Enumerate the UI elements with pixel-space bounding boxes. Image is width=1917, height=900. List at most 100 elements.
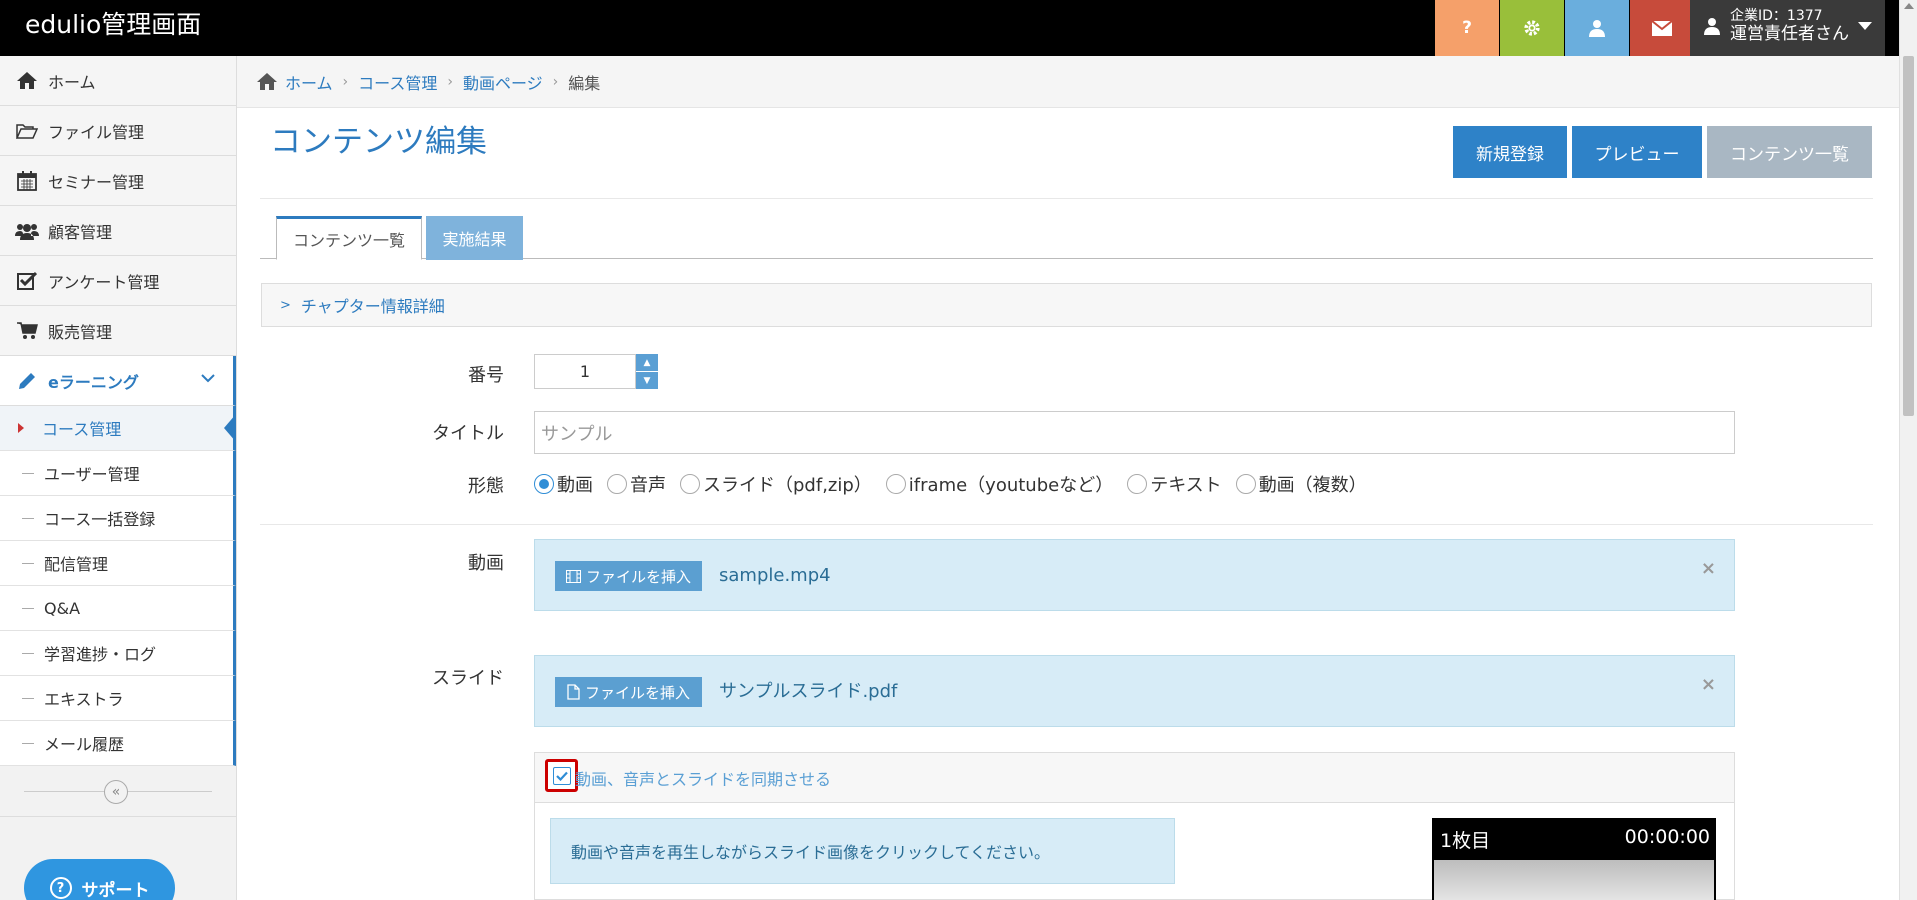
home-icon <box>257 73 277 90</box>
sidebar-subitem-extra[interactable]: エキストラ <box>0 676 236 721</box>
radio-label: 音声 <box>630 475 666 496</box>
radio-text[interactable]: テキスト <box>1127 471 1222 497</box>
slide-preview[interactable]: 1枚目 00:00:00 <box>1432 818 1716 900</box>
sidebar-item-home[interactable]: ホーム <box>0 56 236 106</box>
radio-button[interactable] <box>885 474 906 494</box>
breadcrumb-course-link[interactable]: コース管理 <box>358 70 437 94</box>
radio-button[interactable] <box>1127 474 1148 494</box>
stepper-up-button[interactable]: ▲ <box>636 354 658 371</box>
sidebar-item-customers[interactable]: 顧客管理 <box>0 206 236 256</box>
radio-button[interactable] <box>607 474 627 494</box>
radio-button[interactable] <box>1235 474 1256 494</box>
breadcrumb-separator: › <box>447 73 453 90</box>
sidebar-item-elearning[interactable]: eラーニング <box>0 356 236 406</box>
title-input[interactable]: サンプル <box>534 411 1735 454</box>
divider <box>260 524 1873 525</box>
slide-timestamp: 00:00:00 <box>1624 826 1710 848</box>
video-file-box: ファイルを挿入 sample.mp4 × <box>534 539 1735 611</box>
help-button[interactable]: ? <box>1435 0 1499 56</box>
content-list-button[interactable]: コンテンツ一覧 <box>1707 126 1872 178</box>
sync-label[interactable]: 動画、音声とスライドを同期させる <box>575 766 831 790</box>
sidebar-item-sales[interactable]: 販売管理 <box>0 306 236 356</box>
sidebar-item-label: ファイル管理 <box>48 122 145 142</box>
sidebar-item-seminars[interactable]: セミナー管理 <box>0 156 236 206</box>
account-menu[interactable]: 企業ID：1377 運営責任者さん <box>1690 0 1885 56</box>
support-button[interactable]: ? サポート <box>24 859 175 900</box>
brand-logo[interactable]: edulio管理画面 <box>25 9 201 41</box>
sidebar-subitem-label: コース管理 <box>42 420 122 439</box>
users-icon <box>14 222 40 240</box>
sidebar-subitem-label: Q&A <box>44 598 81 618</box>
radio-button[interactable] <box>680 474 700 494</box>
form-type-label: 形態 <box>468 476 504 497</box>
sidebar-item-surveys[interactable]: アンケート管理 <box>0 256 236 306</box>
film-icon <box>565 569 581 583</box>
sidebar-item-label: アンケート管理 <box>48 272 160 292</box>
pencil-icon <box>14 372 40 390</box>
radio-label: テキスト <box>1150 475 1222 496</box>
radio-audio[interactable]: 音声 <box>607 471 666 497</box>
sidebar-subitem-label: コース一括登録 <box>44 510 156 529</box>
slide-insert-file-button[interactable]: ファイルを挿入 <box>555 677 702 707</box>
sidebar-subitem-label: ユーザー管理 <box>44 465 140 484</box>
profile-button[interactable] <box>1565 0 1629 56</box>
double-chevron-left-icon: « <box>111 784 121 800</box>
sync-header: 動画、音声とスライドを同期させる <box>535 753 1734 803</box>
tab-results[interactable]: 実施結果 <box>426 216 523 260</box>
sidebar-subitem-label: メール履歴 <box>44 735 125 754</box>
sync-checkbox[interactable] <box>545 759 578 792</box>
slide-file-box: ファイルを挿入 サンプルスライド.pdf × <box>534 655 1735 727</box>
breadcrumb-current: 編集 <box>568 73 601 93</box>
sidebar-subitem-courses[interactable]: コース管理 <box>0 406 236 451</box>
scroll-thumb[interactable] <box>1903 56 1914 416</box>
collapse-sidebar-button[interactable]: « <box>104 780 128 804</box>
breadcrumb-home-link[interactable]: ホーム <box>285 70 333 94</box>
sidebar-subitem-bulk-course[interactable]: コース一括登録 <box>0 496 236 541</box>
sidebar-item-files[interactable]: ファイル管理 <box>0 106 236 156</box>
radio-label: スライド（pdf,zip） <box>703 475 872 496</box>
gear-icon <box>1524 20 1540 36</box>
top-bar: edulio管理画面 ? 企業ID：1377 運営責任者さん <box>0 0 1917 56</box>
number-stepper: ▲ ▼ <box>636 354 658 389</box>
preview-button[interactable]: プレビュー <box>1572 126 1702 178</box>
video-label: 動画 <box>468 553 504 574</box>
new-registration-button[interactable]: 新規登録 <box>1453 126 1567 178</box>
settings-button[interactable] <box>1500 0 1564 56</box>
chevron-right-icon: > <box>280 297 291 313</box>
sidebar-item-label: 販売管理 <box>48 322 113 342</box>
radio-slide[interactable]: スライド（pdf,zip） <box>680 471 872 497</box>
sidebar-collapse-row: « <box>0 767 236 817</box>
sidebar-subitem-mail-history[interactable]: メール履歴 <box>0 721 236 766</box>
sidebar-subitem-label: 配信管理 <box>44 555 109 574</box>
mail-button[interactable] <box>1630 0 1694 56</box>
scroll-up-icon[interactable] <box>1904 3 1914 9</box>
number-input[interactable]: 1 <box>534 354 636 389</box>
question-icon: ? <box>1462 18 1472 38</box>
stepper-down-button[interactable]: ▼ <box>636 372 658 389</box>
sidebar-item-label: eラーニング <box>48 372 139 392</box>
page-scrollbar[interactable] <box>1899 0 1917 900</box>
radio-iframe[interactable]: iframe（youtubeなど） <box>885 471 1113 497</box>
breadcrumb-video-page-link[interactable]: 動画ページ <box>463 70 543 94</box>
slide-thumbnail[interactable] <box>1434 860 1714 900</box>
support-label: サポート <box>81 880 150 900</box>
cart-icon <box>14 321 40 340</box>
tab-contents[interactable]: コンテンツ一覧 <box>276 216 422 260</box>
remove-slide-button[interactable]: × <box>1701 674 1716 695</box>
chapter-details-toggle[interactable]: > チャプター情報詳細 <box>261 283 1872 327</box>
remove-video-button[interactable]: × <box>1701 558 1716 579</box>
sidebar-subitem-progress-log[interactable]: 学習進捗・ログ <box>0 631 236 676</box>
envelope-icon <box>1652 20 1672 36</box>
video-insert-file-button[interactable]: ファイルを挿入 <box>555 561 702 591</box>
radio-video-multiple[interactable]: 動画（複数） <box>1235 471 1367 497</box>
question-circle-icon: ? <box>49 877 72 899</box>
sidebar-item-label: 顧客管理 <box>48 222 113 242</box>
radio-button[interactable] <box>534 474 554 494</box>
sidebar-subitem-users[interactable]: ユーザー管理 <box>0 451 236 496</box>
user-icon <box>1704 18 1720 35</box>
sidebar-subitem-qa[interactable]: Q&A <box>0 586 236 631</box>
radio-video[interactable]: 動画 <box>534 471 593 497</box>
number-label: 番号 <box>468 365 504 386</box>
check-icon <box>552 766 571 785</box>
sidebar-subitem-delivery[interactable]: 配信管理 <box>0 541 236 586</box>
